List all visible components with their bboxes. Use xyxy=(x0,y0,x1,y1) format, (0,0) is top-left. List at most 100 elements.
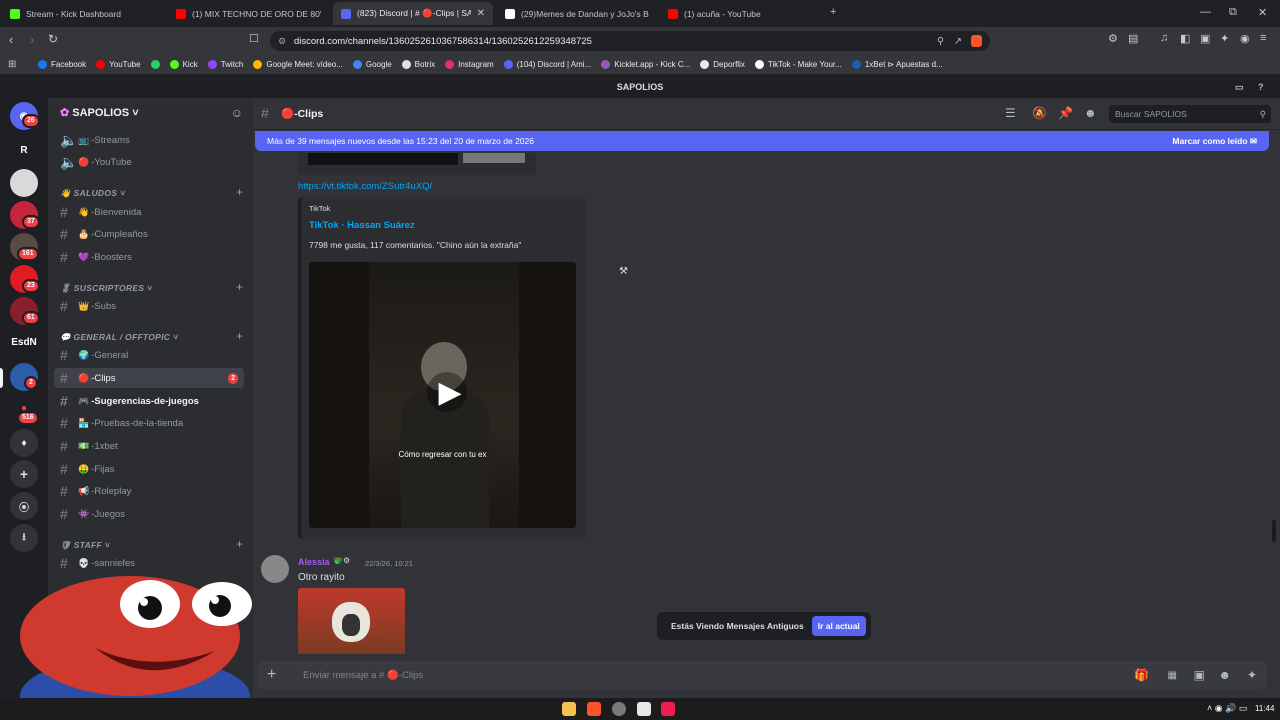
threads-icon[interactable]: ☰ xyxy=(1005,106,1016,120)
category-saludos[interactable]: 👋 SALUDOS ˅ xyxy=(60,188,125,199)
sticker-icon[interactable]: ▣ xyxy=(1194,668,1205,682)
gif-icon[interactable]: ▦ xyxy=(1168,670,1177,681)
channel-bienvenida[interactable]: # 👋 -Bienvenida xyxy=(54,202,244,222)
bookmark-item[interactable]: TikTok - Make Your... xyxy=(754,59,842,69)
key-icon[interactable]: ⚲ xyxy=(937,36,944,47)
create-channel-plus-icon[interactable]: + xyxy=(236,329,243,343)
bookmark-item[interactable]: Facebook xyxy=(38,59,86,69)
brave-shield-icon[interactable] xyxy=(971,35,982,47)
url-bar[interactable]: ⚙ discord.com/channels/13602526103675863… xyxy=(270,31,990,51)
bookmark-item[interactable]: 1xBet ⊳ Apuestas d... xyxy=(851,59,943,69)
server-r[interactable]: R xyxy=(10,136,38,164)
new-messages-bar[interactable]: Más de 39 mensajes nuevos desde las 15:2… xyxy=(255,131,1269,151)
mark-read-button[interactable]: Marcar como leído ✉ xyxy=(1172,136,1257,147)
bookmark-item[interactable]: Twitch xyxy=(207,59,243,69)
menu-icon[interactable]: ≡ xyxy=(1260,32,1266,44)
forward-icon[interactable]: › xyxy=(30,32,34,47)
jump-to-present-button[interactable]: Ir al actual xyxy=(811,616,866,636)
inbox-icon[interactable]: ▭ xyxy=(1235,76,1244,98)
new-tab-button[interactable]: + xyxy=(830,6,836,18)
tiktok-taskbar-icon[interactable] xyxy=(661,702,675,716)
embed-title[interactable]: TikTok · Hassan Suárez xyxy=(309,220,415,231)
tab-0[interactable]: Stream - Kick Dashboard xyxy=(2,2,164,25)
minimize-icon[interactable]: — xyxy=(1200,6,1211,18)
pin-icon[interactable]: 📌 xyxy=(1058,106,1073,120)
bookmark-icon[interactable]: ☐ xyxy=(249,32,259,45)
sidebar-icon[interactable]: ◧ xyxy=(1180,32,1190,45)
vpn-icon[interactable]: ◉ xyxy=(1240,32,1250,45)
create-channel-plus-icon[interactable]: + xyxy=(236,280,243,294)
attach-plus-icon[interactable]: + xyxy=(267,666,287,684)
share-icon[interactable]: ↗ xyxy=(954,36,962,47)
bookmark-item[interactable]: Deporflix xyxy=(700,59,745,69)
channel-1xbet[interactable]: # 💵 -1xbet xyxy=(54,436,244,456)
reload-icon[interactable]: ↻ xyxy=(48,32,58,46)
help-icon[interactable]: ? xyxy=(1258,76,1264,98)
tab-3[interactable]: (29)Memes de Dandan y JoJo's Bizarr xyxy=(497,2,657,25)
file-explorer-icon[interactable] xyxy=(562,702,576,716)
bookmark-item[interactable]: Google xyxy=(352,59,392,69)
download-button[interactable]: ⭳ xyxy=(10,524,38,552)
channel-pruebas-de-la-tienda[interactable]: # 🏪 -Pruebas-de-la-tienda xyxy=(54,413,244,433)
category-general[interactable]: 💬 GENERAL / OFFTOPIC ˅ xyxy=(60,332,178,343)
apps-icon[interactable]: ✦ xyxy=(1247,668,1257,682)
media-icon[interactable]: ♫ xyxy=(1160,32,1168,44)
bookmark-item[interactable]: YouTube xyxy=(96,59,141,69)
bookmark-item[interactable]: Kick xyxy=(169,59,198,69)
emoji-icon[interactable]: ☻ xyxy=(1218,668,1231,682)
site-settings-icon[interactable]: ⚙ xyxy=(278,36,286,47)
channel-juegos[interactable]: # 👾 -Juegos xyxy=(54,504,244,524)
close-window-icon[interactable]: ✕ xyxy=(1258,6,1267,19)
message-author[interactable]: Alessia xyxy=(298,557,330,567)
bookmark-item[interactable]: Botrix xyxy=(401,59,435,69)
channel-sugerencias-de-juegos[interactable]: # 🎮 -Sugerencias-de-juegos xyxy=(54,391,244,411)
channel-fijas[interactable]: # 🤑 -Fijas xyxy=(54,459,244,479)
create-channel-plus-icon[interactable]: + xyxy=(236,185,243,199)
channel-cumpleaños[interactable]: # 🎂 -Cumpleaños xyxy=(54,224,244,244)
tiktok-link[interactable]: https://vt.tiktok.com/ZSutr4uXQ/ xyxy=(298,181,432,192)
apps-grid-icon[interactable]: ⊞ xyxy=(8,59,16,70)
close-tab-icon[interactable]: ✕ xyxy=(477,8,485,19)
channel-youtube[interactable]: 🔈 🔴 -YouTube xyxy=(54,152,244,172)
avatar[interactable] xyxy=(261,555,289,583)
channel-subs[interactable]: # 👑 -Subs xyxy=(54,296,244,316)
bookmark-item[interactable] xyxy=(150,59,160,69)
tab-2[interactable]: (823) Discord | # 🔴-Clips | SAPOL ✕ xyxy=(333,2,493,25)
reader-icon[interactable]: ▤ xyxy=(1128,32,1138,45)
restore-icon[interactable]: ⧉ xyxy=(1229,6,1237,19)
scrollbar-thumb[interactable] xyxy=(1272,520,1276,542)
channel-streams[interactable]: 🔈 📺 -Streams xyxy=(54,130,244,150)
server-esdn[interactable]: EsdN xyxy=(10,328,38,356)
category-suscriptores[interactable]: 🎖 SUSCRIPTORES ˅ xyxy=(60,283,152,294)
tray-icons[interactable]: ˄ ◉ 🔊 ▭ xyxy=(1207,703,1247,714)
bookmark-item[interactable]: (104) Discord | Ami... xyxy=(503,59,591,69)
bookmark-item[interactable]: Google Meet: vídeo... xyxy=(253,59,343,69)
channel-roleplay[interactable]: # 📢 -Roleplay xyxy=(54,481,244,501)
server-icon-8[interactable]: ♦ xyxy=(10,429,38,457)
invite-icon[interactable]: ☺ xyxy=(231,106,243,120)
embed-video[interactable]: ▶ Cómo regresar con tu ex xyxy=(309,262,576,528)
tab-4[interactable]: (1) acuña - YouTube xyxy=(660,2,810,25)
search-input[interactable]: Buscar SAPOLIOS ⚲ xyxy=(1109,105,1271,123)
extensions-icon[interactable]: ⚙ xyxy=(1108,32,1118,45)
app-taskbar-icon[interactable] xyxy=(637,702,651,716)
brave-taskbar-icon[interactable] xyxy=(587,702,601,716)
server-name[interactable]: ✿ SAPOLIOS ˅ xyxy=(60,106,139,119)
gift-icon[interactable]: 🎁 xyxy=(1134,668,1149,682)
wallet-icon[interactable]: ▣ xyxy=(1200,32,1210,45)
channel-clips[interactable]: # 🔴 -Clips 2 xyxy=(54,368,244,388)
leo-ai-icon[interactable]: ✦ xyxy=(1220,32,1229,45)
discover-button[interactable]: ⦿ xyxy=(10,492,38,520)
mute-icon[interactable]: 🔕 xyxy=(1032,106,1047,120)
bookmark-item[interactable]: Instagram xyxy=(445,59,494,69)
message-image[interactable] xyxy=(298,588,405,654)
members-icon[interactable]: ☻ xyxy=(1084,106,1097,120)
channel-general[interactable]: # 🌍 -General xyxy=(54,345,244,365)
channel-boosters[interactable]: # 💜 -Boosters xyxy=(54,247,244,267)
bookmark-item[interactable]: Kicklet.app - Kick C... xyxy=(601,59,690,69)
tab-1[interactable]: (1) MIX TECHNO DE ORO DE 80's & xyxy=(168,2,330,25)
category-staff[interactable]: 🛡 STAFF ˅ xyxy=(60,540,110,551)
create-channel-plus-icon[interactable]: + xyxy=(236,537,243,551)
add-server-button[interactable]: + xyxy=(10,460,38,488)
server-icon-1[interactable] xyxy=(10,169,38,197)
